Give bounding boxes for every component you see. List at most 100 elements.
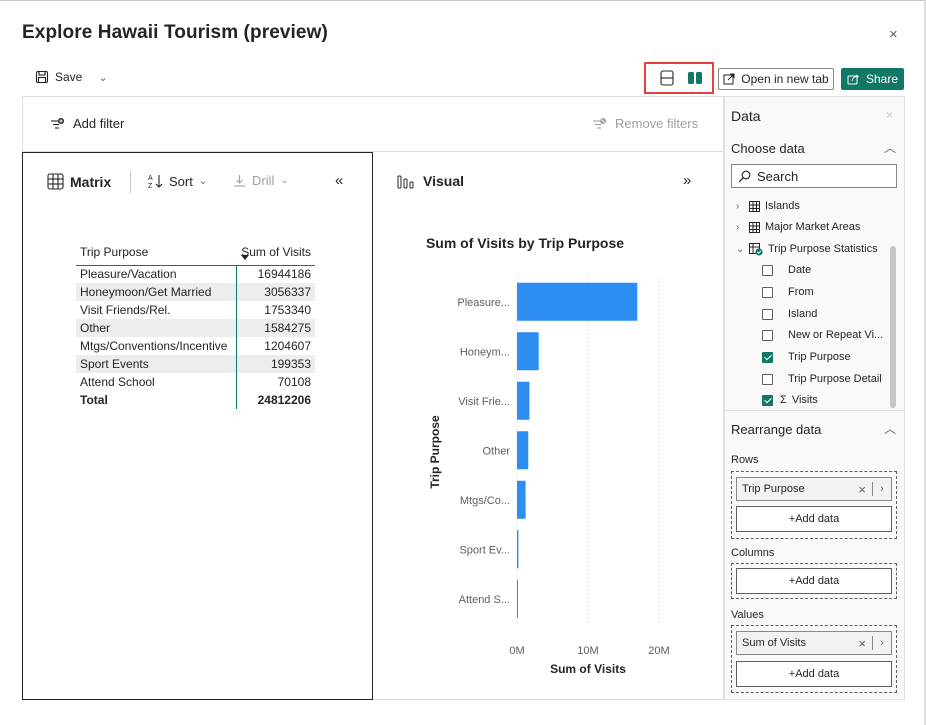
sort-button[interactable]: A Z Sort ⌄ xyxy=(148,173,207,190)
search-placeholder: Search xyxy=(757,168,799,184)
data-pane-title: Data xyxy=(731,108,761,124)
chevron-right-icon[interactable]: › xyxy=(873,483,891,495)
column-header-trip-purpose[interactable]: Trip Purpose xyxy=(76,240,236,266)
table-name: Trip Purpose Statistics xyxy=(768,243,878,255)
save-button[interactable]: Save ⌄ xyxy=(35,70,108,84)
sort-descending-icon xyxy=(241,255,249,260)
x-tick-label: 0M xyxy=(509,645,524,657)
field-trip-purpose-detail[interactable]: Trip Purpose Detail xyxy=(762,369,882,389)
row-value: 3056337 xyxy=(235,283,315,301)
total-row: Total 24812206 xyxy=(76,391,315,409)
remove-icon[interactable]: × xyxy=(858,482,872,497)
header-divider xyxy=(130,171,131,193)
collapse-left-icon[interactable]: « xyxy=(335,172,343,189)
sort-label: Sort xyxy=(169,173,193,189)
data-pane-close-icon[interactable]: × xyxy=(886,108,893,122)
field-from[interactable]: From xyxy=(762,282,814,302)
column-header-sum-of-visits[interactable]: Sum of Visits xyxy=(236,240,315,266)
matrix-header-row: Trip Purpose Sum of Visits xyxy=(76,240,315,266)
remove-filter-icon xyxy=(593,117,606,129)
checkbox[interactable] xyxy=(762,264,773,276)
field-date[interactable]: Date xyxy=(762,260,811,280)
drill-button[interactable]: Drill ⌄ xyxy=(233,173,289,188)
table-row: Mtgs/Conventions/Incentive 1204607 xyxy=(76,337,315,355)
y-tick-label: Honeym... xyxy=(460,346,510,358)
chevron-right-icon[interactable]: › xyxy=(873,637,891,649)
search-icon xyxy=(738,170,751,182)
chevron-right-icon: › xyxy=(736,200,740,212)
checkbox-checked[interactable] xyxy=(762,351,773,363)
field-name: Trip Purpose Detail xyxy=(788,373,882,385)
field-new-or-repeat[interactable]: New or Repeat Vi... xyxy=(762,325,883,345)
add-filter-label: Add filter xyxy=(73,116,125,131)
columns-add-data-button[interactable]: +Add data xyxy=(736,568,892,594)
table-trip-purpose-statistics[interactable]: ⌄ Trip Purpose Statistics xyxy=(736,239,878,259)
values-add-data-button[interactable]: +Add data xyxy=(736,661,892,687)
checkbox[interactable] xyxy=(762,373,773,385)
search-input[interactable]: Search xyxy=(731,164,897,188)
matrix-table: Trip Purpose Sum of Visits Pleasure/Vaca… xyxy=(76,240,315,409)
field-name: Trip Purpose xyxy=(788,351,851,363)
choose-data-collapse-icon[interactable]: ︿ xyxy=(884,139,896,156)
field-name: New or Repeat Vi... xyxy=(788,329,884,341)
save-icon xyxy=(35,70,49,84)
share-button[interactable]: Share xyxy=(841,68,904,90)
table-checked-icon xyxy=(749,242,763,256)
rows-add-data-button[interactable]: +Add data xyxy=(736,506,892,532)
side-by-side-layout-icon xyxy=(688,72,702,84)
stacked-layout-button[interactable] xyxy=(657,69,677,87)
rearrange-collapse-icon[interactable]: ︿ xyxy=(884,420,896,437)
side-by-side-layout-button[interactable] xyxy=(685,69,705,87)
field-name: Date xyxy=(788,264,812,276)
row-label: Pleasure/Vacation xyxy=(80,267,177,282)
top-border xyxy=(0,0,926,1)
expand-right-icon[interactable]: » xyxy=(683,172,691,189)
pill-label: Sum of Visits xyxy=(742,637,806,649)
field-visits[interactable]: Σ Visits xyxy=(762,390,818,410)
row-value: 1584275 xyxy=(235,319,315,337)
drill-icon xyxy=(234,174,245,187)
remove-filters-label: Remove filters xyxy=(615,116,699,131)
remove-icon[interactable]: × xyxy=(858,636,872,651)
row-label: Visit Friends/Rel. xyxy=(80,303,171,317)
chevron-right-icon: › xyxy=(736,221,740,233)
row-label: Sport Events xyxy=(76,355,236,373)
checkbox[interactable] xyxy=(762,329,773,341)
data-scrollbar[interactable] xyxy=(890,246,896,408)
table-row: Honeymoon/Get Married 3056337 xyxy=(76,283,315,301)
values-field-pill[interactable]: Sum of Visits × › xyxy=(736,631,892,655)
row-value: 1204607 xyxy=(235,337,315,355)
bar-chart[interactable]: 0M 10M 20M Pleasure... Honeym... Visit Frie..… xyxy=(374,225,714,680)
stacked-layout-icon xyxy=(660,70,674,86)
remove-filters-button[interactable]: Remove filters xyxy=(592,116,698,131)
matrix-pane[interactable] xyxy=(22,152,373,700)
field-trip-purpose[interactable]: Trip Purpose xyxy=(762,347,851,367)
table-islands[interactable]: › Islands xyxy=(736,196,800,216)
svg-text:A: A xyxy=(148,175,153,182)
add-filter-button[interactable]: Add filter xyxy=(50,116,124,131)
y-tick-label: Attend S... xyxy=(459,594,510,606)
table-icon xyxy=(749,221,760,233)
save-label: Save xyxy=(55,70,83,84)
bar xyxy=(517,579,518,618)
svg-text:Z: Z xyxy=(148,183,153,189)
rows-field-pill[interactable]: Trip Purpose × › xyxy=(736,477,892,501)
chevron-down-icon[interactable]: ⌄ xyxy=(98,71,107,84)
open-in-new-tab-button[interactable]: Open in new tab xyxy=(718,68,834,90)
row-value: 199353 xyxy=(235,355,315,373)
drill-label: Drill xyxy=(252,173,275,188)
bar xyxy=(517,381,530,420)
y-tick-label: Visit Frie... xyxy=(458,396,510,408)
checkbox[interactable] xyxy=(762,286,773,298)
checkbox[interactable] xyxy=(762,308,773,320)
checkbox-checked[interactable] xyxy=(762,394,773,406)
pill-label: Trip Purpose xyxy=(742,483,805,495)
row-value: 1753340 xyxy=(235,301,315,319)
table-name: Islands xyxy=(765,200,800,212)
close-icon[interactable]: × xyxy=(889,26,898,43)
y-tick-label: Pleasure... xyxy=(457,297,510,309)
visual-header: Visual xyxy=(397,173,464,189)
field-island[interactable]: Island xyxy=(762,304,817,324)
row-value: 16944186 xyxy=(235,265,315,283)
table-major-market-areas[interactable]: › Major Market Areas xyxy=(736,217,860,237)
